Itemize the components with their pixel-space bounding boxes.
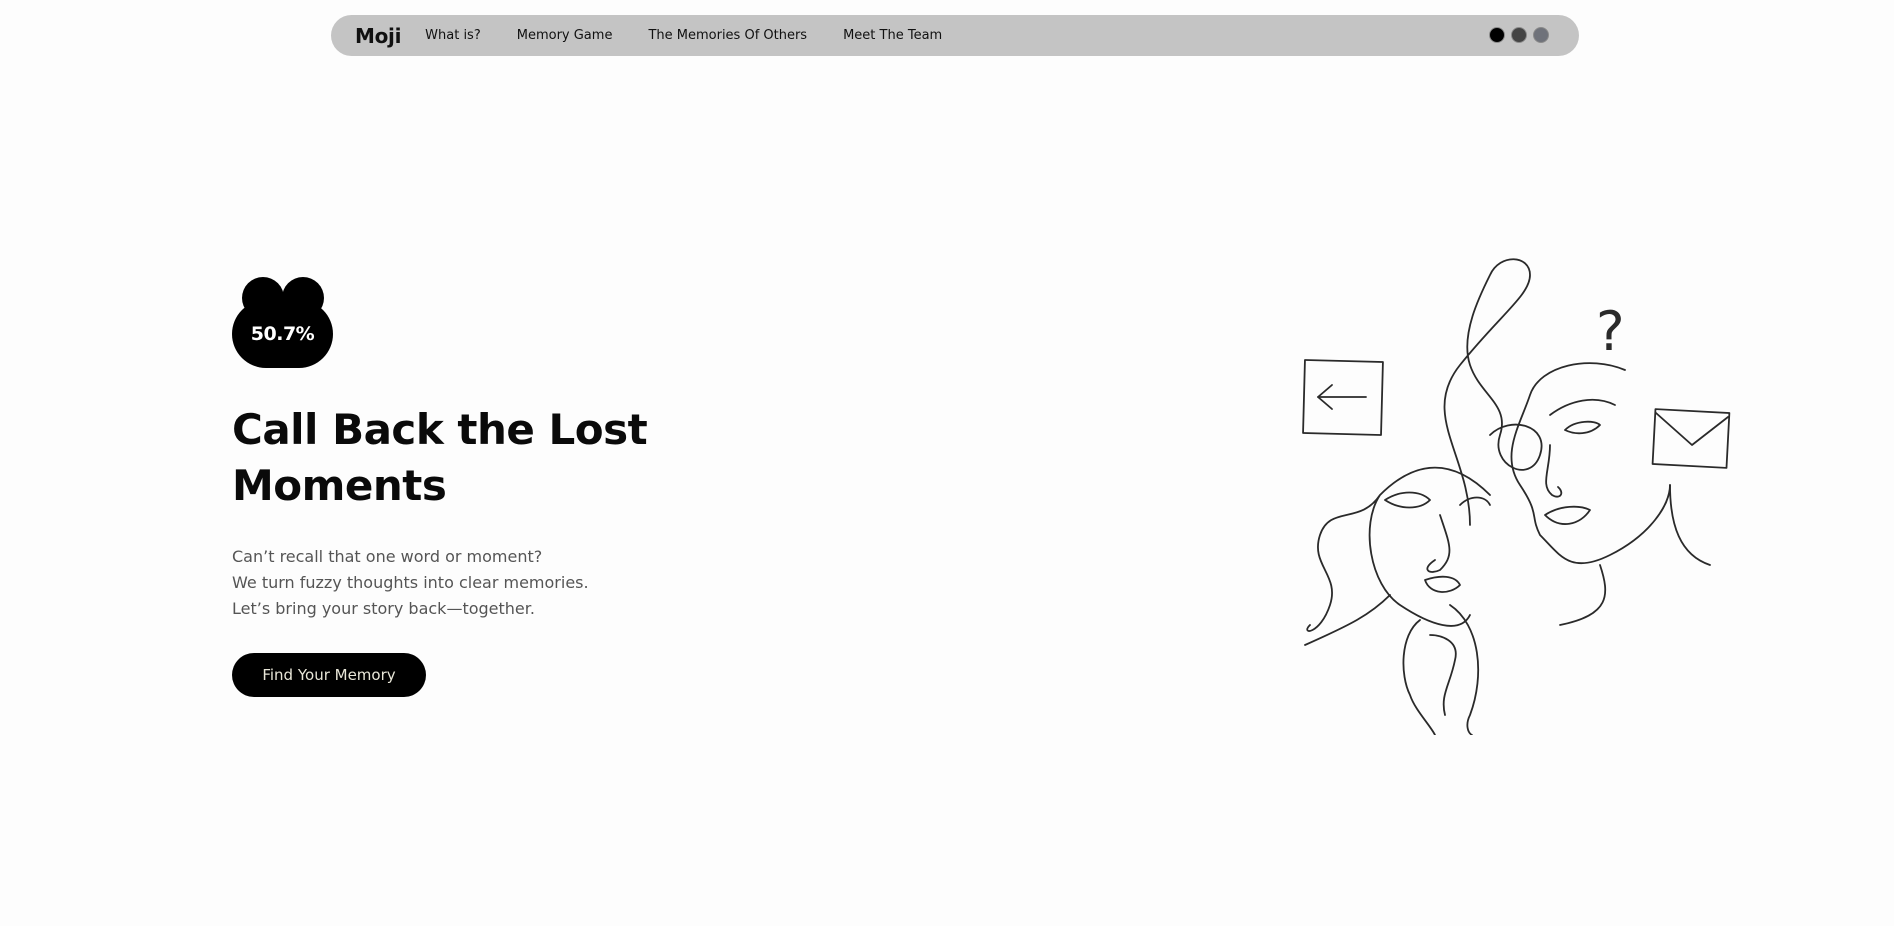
man-lips <box>1544 505 1591 525</box>
man-eye <box>1564 420 1601 435</box>
hero-subtitle: Can’t recall that one word or moment? We… <box>232 544 589 622</box>
hero-subtitle-line-1: Can’t recall that one word or moment? <box>232 547 543 566</box>
nav-link-memories-of-others[interactable]: The Memories Of Others <box>648 28 807 43</box>
top-navbar: Moji What is? Memory Game The Memories O… <box>331 15 1579 56</box>
hero-subtitle-line-2: We turn fuzzy thoughts into clear memori… <box>232 573 589 592</box>
brand-logo[interactable]: Moji <box>355 24 401 48</box>
badge-percentage: 50.7% <box>250 323 315 345</box>
envelope-icon <box>1651 408 1731 469</box>
woman-eye-right <box>1459 496 1491 506</box>
memory-score-badge: 50.7% <box>232 277 333 368</box>
woman-face-outline <box>1306 466 1491 632</box>
flowing-line <box>1443 258 1543 526</box>
woman-lips <box>1424 575 1461 593</box>
nav-link-memory-game[interactable]: Memory Game <box>517 28 613 43</box>
hero-title: Call Back the Lost Moments <box>232 405 648 510</box>
nav-link-what-is[interactable]: What is? <box>425 28 481 43</box>
woman-eye-left <box>1384 491 1431 509</box>
theme-dot-slate-gray[interactable] <box>1533 27 1549 43</box>
woman-nose <box>1426 514 1451 573</box>
theme-dot-black[interactable] <box>1489 27 1505 43</box>
find-your-memory-button[interactable]: Find Your Memory <box>232 653 426 697</box>
man-eyebrow <box>1549 398 1616 416</box>
nav-links: What is? Memory Game The Memories Of Oth… <box>425 28 978 43</box>
theme-dots <box>1489 27 1549 43</box>
question-mark-glyph: ? <box>1596 300 1625 363</box>
badge-head: 50.7% <box>232 300 333 368</box>
back-arrow-icon <box>1302 359 1384 436</box>
man-neck <box>1559 484 1711 626</box>
line-art-faces: ? <box>1302 258 1731 736</box>
hero-subtitle-line-3: Let’s bring your story back—together. <box>232 599 535 618</box>
nav-link-meet-the-team[interactable]: Meet The Team <box>843 28 942 43</box>
theme-dot-dark-gray[interactable] <box>1511 27 1527 43</box>
woman-shoulder <box>1304 594 1391 646</box>
page: Moji What is? Memory Game The Memories O… <box>0 0 1894 926</box>
line-art-illustration: ? <box>1290 255 1750 736</box>
man-nose <box>1545 444 1563 498</box>
